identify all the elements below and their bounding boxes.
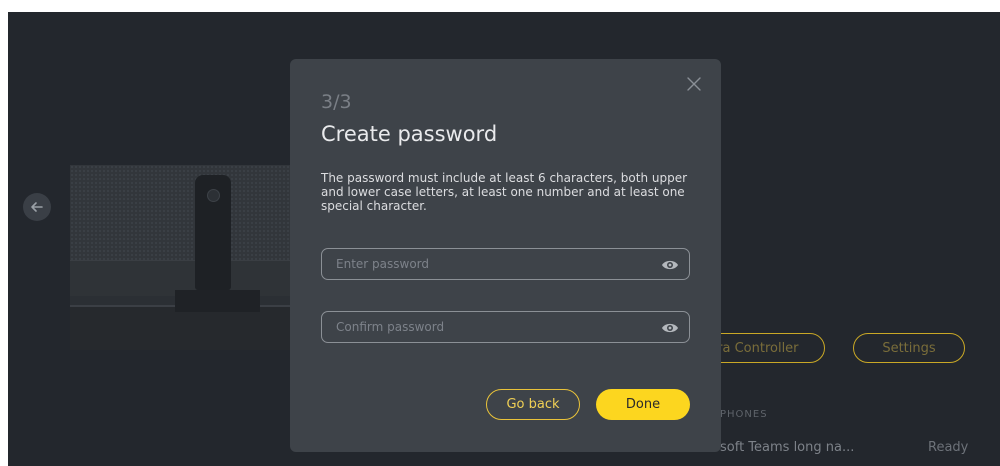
done-button[interactable]: Done: [596, 389, 690, 420]
confirm-password-field: [321, 311, 690, 343]
eye-icon: [662, 323, 678, 333]
show-confirm-password-toggle[interactable]: [661, 320, 679, 334]
step-indicator: 3/3: [321, 91, 352, 113]
device-name: soft Teams long na...: [720, 440, 855, 455]
device-status: Ready: [928, 440, 969, 455]
close-button[interactable]: [685, 75, 703, 93]
confirm-password-input[interactable]: [322, 312, 656, 342]
back-button[interactable]: [23, 193, 51, 221]
password-field: [321, 248, 690, 280]
arrow-left-icon: [31, 202, 43, 212]
go-back-button[interactable]: Go back: [486, 389, 580, 420]
create-password-dialog: 3/3 Create password The password must in…: [290, 59, 721, 452]
device-photo: [70, 165, 296, 350]
phones-section-label: PHONES: [720, 409, 768, 420]
password-requirements: The password must include at least 6 cha…: [321, 171, 688, 213]
show-password-toggle[interactable]: [661, 257, 679, 271]
dialog-title: Create password: [321, 122, 498, 146]
camera-device-image: [195, 175, 231, 290]
eye-icon: [662, 260, 678, 270]
settings-button[interactable]: Settings: [853, 333, 965, 363]
password-input[interactable]: [322, 249, 656, 279]
close-icon: [687, 77, 701, 91]
